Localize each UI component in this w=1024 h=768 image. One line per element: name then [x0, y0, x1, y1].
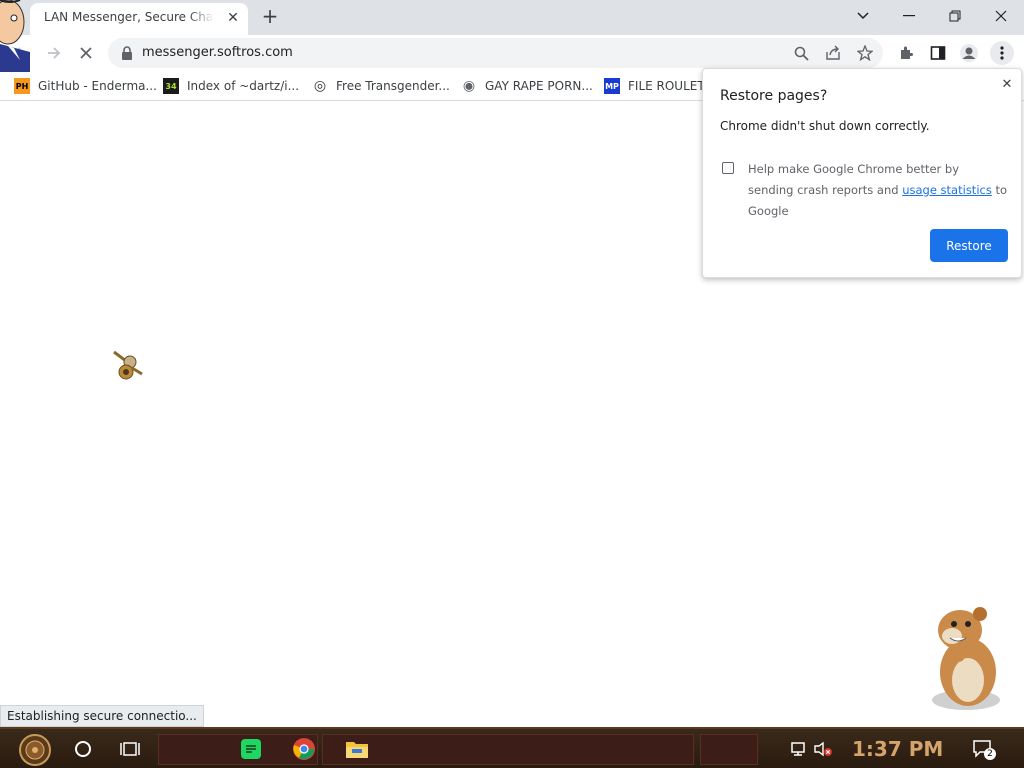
steampunk-start-icon	[19, 734, 51, 766]
bookmark-label: GitHub - Enderma...	[38, 79, 157, 93]
bookmark-label: GAY RAPE PORN...	[485, 79, 593, 93]
bookmark-item[interactable]: ◎ Free Transgender...	[312, 77, 450, 95]
close-window-button[interactable]	[978, 0, 1024, 32]
chrome-icon[interactable]	[291, 736, 317, 762]
chevron-down-icon	[857, 12, 869, 20]
lock-icon[interactable]	[118, 44, 136, 62]
usage-statistics-link[interactable]: usage statistics	[902, 183, 992, 197]
notification-center-icon[interactable]: 2	[970, 736, 996, 762]
task-view-icon	[120, 742, 140, 756]
task-view-button[interactable]	[117, 736, 143, 762]
bookmark-item[interactable]: PH GitHub - Enderma...	[14, 77, 157, 95]
cartoon-avatar-icon	[0, 0, 30, 72]
volume-muted-icon[interactable]	[810, 736, 836, 762]
search-circle-button[interactable]	[70, 736, 96, 762]
bookmark-item[interactable]: 34 Index of ~dartz/i...	[163, 77, 299, 95]
search-icon[interactable]	[792, 44, 810, 62]
restore-window-icon	[949, 10, 961, 22]
tab-close-icon[interactable]: ✕	[224, 9, 242, 27]
notification-count-badge: 2	[984, 748, 996, 760]
network-icon[interactable]	[786, 736, 812, 762]
dialog-message: Chrome didn't shut down correctly.	[720, 119, 930, 133]
crash-report-checkbox[interactable]	[722, 162, 734, 174]
star-icon[interactable]	[856, 44, 874, 62]
start-button[interactable]	[18, 733, 52, 767]
extensions-puzzle-icon[interactable]	[894, 41, 918, 65]
taskbar: 1:37 PM 2	[0, 727, 1024, 768]
notes-app-icon[interactable]	[238, 736, 264, 762]
taskbar-apps-area	[322, 734, 694, 765]
pornhub-icon: PH	[14, 78, 30, 94]
taskbar-apps-area	[700, 734, 758, 765]
menu-kebab-icon[interactable]	[990, 41, 1014, 65]
taskbar-clock[interactable]: 1:37 PM	[852, 737, 943, 761]
new-tab-button[interactable]: +	[258, 5, 282, 29]
browser-tab[interactable]: LAN Messenger, Secure Chat - Softros ✕	[30, 3, 248, 35]
close-icon	[995, 10, 1007, 22]
screen: LAN Messenger, Secure Chat - Softros ✕ +	[0, 0, 1024, 768]
url-text: messenger.softros.com	[142, 45, 293, 60]
browser-toolbar: messenger.softros.com	[0, 35, 1024, 71]
tab-search-button[interactable]	[840, 0, 886, 32]
restore-pages-dialog: Restore pages? ✕ Chrome didn't shut down…	[702, 68, 1022, 278]
dialog-title: Restore pages?	[720, 88, 828, 104]
bookmark-item[interactable]: ◉ GAY RAPE PORN...	[461, 77, 593, 95]
site-favicon-icon: MP	[604, 78, 620, 94]
file-explorer-icon[interactable]	[344, 736, 370, 762]
forward-button[interactable]	[40, 39, 68, 67]
flying-bug-cursor-icon	[113, 350, 143, 380]
checkbox-label: Help make Google Chrome better by sendin…	[748, 159, 1008, 222]
bookmark-label: Index of ~dartz/i...	[187, 79, 300, 93]
close-icon	[80, 47, 92, 59]
bookmark-label: Free Transgender...	[336, 79, 450, 93]
site-favicon-icon: ◎	[313, 78, 327, 94]
globe-icon: ◉	[462, 78, 476, 94]
tab-strip: LAN Messenger, Secure Chat - Softros ✕ +	[0, 0, 1024, 35]
restore-button[interactable]: Restore	[930, 229, 1008, 262]
site-favicon-icon: 34	[163, 78, 179, 94]
hamster-mascot-icon	[932, 607, 1000, 710]
side-panel-icon[interactable]	[926, 41, 950, 65]
profile-avatar[interactable]	[957, 41, 981, 65]
cortana-circle-icon	[75, 741, 91, 757]
status-bubble: Establishing secure connectio...	[0, 705, 204, 727]
minimize-button[interactable]	[886, 0, 932, 32]
address-bar[interactable]: messenger.softros.com	[108, 38, 883, 68]
minimize-icon	[903, 15, 915, 17]
tab-title: LAN Messenger, Secure Chat - Softros	[44, 10, 214, 24]
close-icon[interactable]: ✕	[999, 77, 1015, 93]
arrow-right-icon	[48, 47, 61, 59]
restore-window-button[interactable]	[932, 0, 978, 32]
share-icon[interactable]	[824, 44, 842, 62]
stop-loading-button[interactable]	[72, 39, 100, 67]
